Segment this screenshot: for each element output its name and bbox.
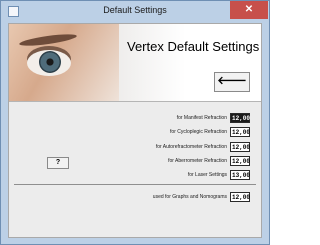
vertex-input-autorefractometer[interactable]: 12,00 (230, 142, 250, 152)
client-area: Vertex Default Settings 🡐 for Manifest R… (8, 23, 262, 238)
vertex-input-graphs[interactable]: 12,00 (230, 192, 250, 202)
vertex-input-laser[interactable]: 13,00 (230, 170, 250, 180)
vertex-input-manifest[interactable]: 12,00 (230, 113, 250, 123)
setting-label-laser: for Laser Settings (187, 172, 227, 178)
app-icon (8, 6, 19, 17)
help-button[interactable]: ? (47, 157, 69, 169)
vertex-input-cycloplegic[interactable]: 12,00 (230, 127, 250, 137)
section-divider (14, 184, 256, 185)
title-bar[interactable]: Default Settings ✕ (1, 1, 269, 23)
eye-image (9, 24, 119, 102)
help-icon: ? (55, 159, 61, 166)
header-banner: Vertex Default Settings 🡐 (9, 24, 261, 102)
settings-window: Default Settings ✕ Vertex Default Settin… (0, 0, 270, 245)
setting-label-cycloplegic: for Cycloplegic Refraction (170, 129, 227, 135)
vertex-input-aberrometer[interactable]: 12,00 (230, 156, 250, 166)
setting-label-aberrometer: for Aberrometer Refraction (168, 158, 227, 164)
back-arrow-icon: 🡐 (217, 75, 247, 87)
back-button[interactable]: 🡐 (214, 72, 250, 92)
setting-label-autorefractometer: for Autorefractometer Refraction (155, 144, 227, 150)
close-button[interactable]: ✕ (230, 1, 268, 19)
window-title: Default Settings (103, 5, 167, 15)
page-title: Vertex Default Settings (127, 39, 260, 54)
header-divider (9, 101, 261, 102)
setting-label-manifest: for Manifest Refraction (176, 115, 227, 121)
setting-label-graphs: used for Graphs and Nomograms (152, 194, 227, 200)
